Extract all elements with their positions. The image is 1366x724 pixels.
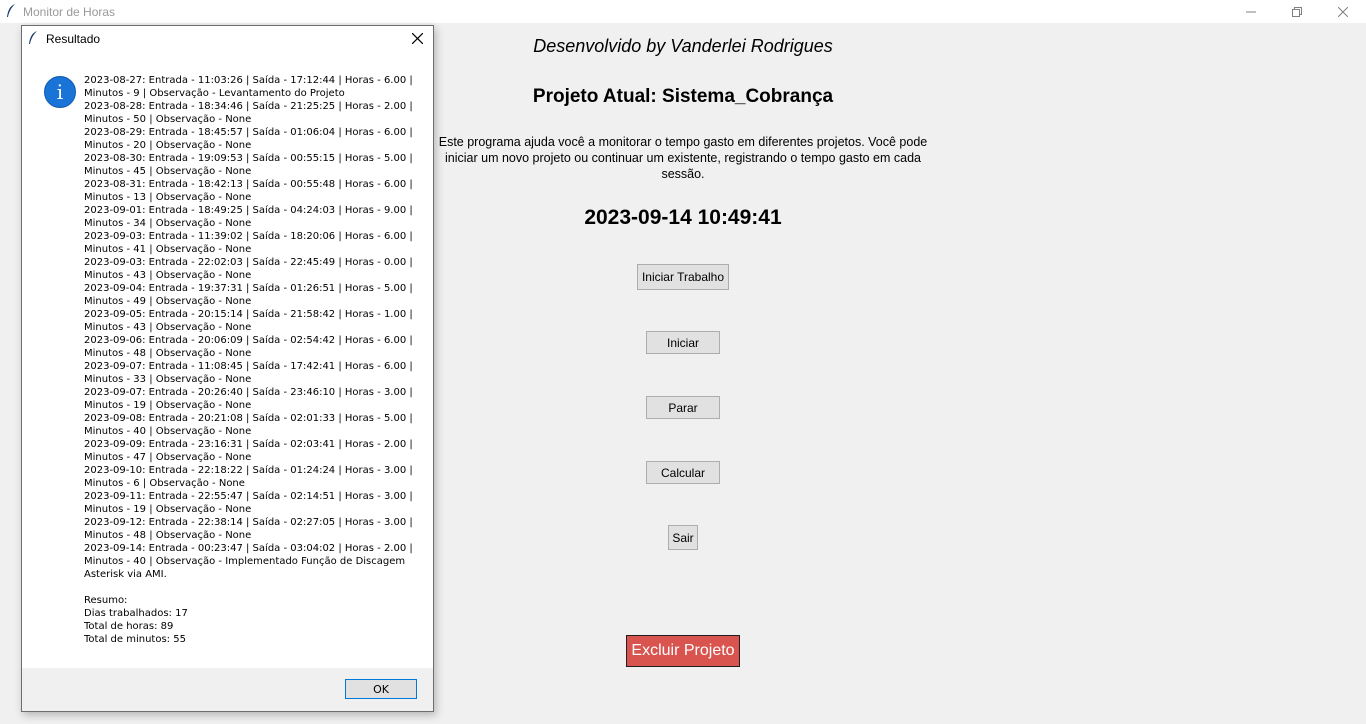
start-button[interactable]: Iniciar [646, 331, 720, 354]
developer-credit: Desenvolvido by Vanderlei Rodrigues [533, 36, 833, 56]
program-description: Este programa ajuda você a monitorar o t… [438, 135, 928, 181]
info-icon: i [44, 76, 76, 108]
start-work-button[interactable]: Iniciar Trabalho [637, 264, 729, 290]
dialog-titlebar: Resultado [22, 26, 433, 50]
restore-icon [1292, 6, 1302, 17]
calculate-button[interactable]: Calcular [646, 461, 720, 484]
result-dialog: Resultado i 2023-08-27: Entrada - 11:03:… [21, 25, 434, 712]
restore-button[interactable] [1274, 0, 1320, 23]
dialog-message: 2023-08-27: Entrada - 11:03:26 | Saída -… [84, 75, 413, 645]
current-datetime: 2023-09-14 10:49:41 [584, 206, 782, 229]
window-title: Monitor de Horas [23, 5, 116, 19]
stop-button[interactable]: Parar [646, 396, 720, 419]
close-icon [411, 32, 423, 44]
window-titlebar: Monitor de Horas [0, 0, 1366, 23]
minimize-icon [1246, 11, 1256, 12]
feather-icon [28, 31, 38, 50]
dialog-close-button[interactable] [409, 30, 425, 46]
feather-icon [6, 4, 16, 21]
exit-button[interactable]: Sair [668, 525, 698, 550]
current-project-title: Projeto Atual: Sistema_Cobrança [532, 86, 834, 107]
dialog-footer: OK [22, 668, 433, 711]
close-button[interactable] [1320, 0, 1366, 23]
delete-project-button[interactable]: Excluir Projeto [626, 635, 740, 667]
dialog-title: Resultado [46, 32, 101, 46]
ok-button[interactable]: OK [345, 679, 417, 699]
minimize-button[interactable] [1228, 0, 1274, 23]
close-icon [1338, 6, 1348, 17]
